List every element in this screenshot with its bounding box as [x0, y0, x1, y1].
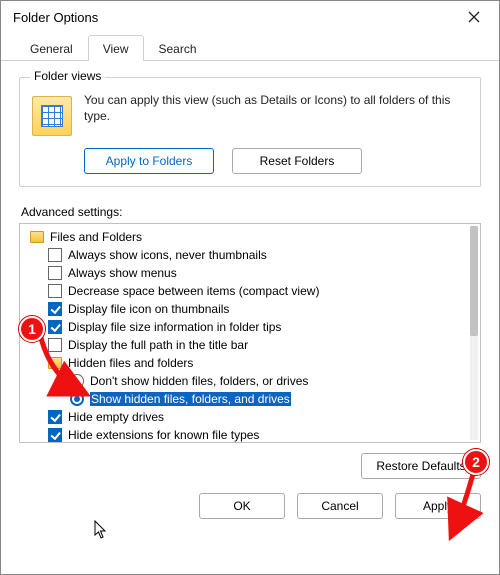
checkbox-icon[interactable] [48, 338, 62, 352]
checkbox-icon[interactable] [48, 284, 62, 298]
opt-size-in-tips[interactable]: Display file size information in folder … [26, 318, 468, 336]
opt-always-icons[interactable]: Always show icons, never thumbnails [26, 246, 468, 264]
close-icon [468, 11, 480, 23]
opt-full-path-titlebar[interactable]: Display the full path in the title bar [26, 336, 468, 354]
advanced-settings-tree[interactable]: Files and Folders Always show icons, nev… [19, 223, 481, 443]
tab-search[interactable]: Search [144, 35, 212, 61]
folder-icon [48, 357, 62, 369]
tab-page-view: Folder views You can apply this view (su… [1, 61, 499, 479]
opt-hide-extensions[interactable]: Hide extensions for known file types [26, 426, 468, 442]
radio-icon[interactable] [70, 392, 84, 406]
checkbox-icon[interactable] [48, 266, 62, 280]
reset-folders-button[interactable]: Reset Folders [232, 148, 362, 174]
apply-button[interactable]: Apply [395, 493, 481, 519]
tab-strip: General View Search [1, 33, 499, 61]
checkbox-icon[interactable] [48, 428, 62, 442]
radio-icon[interactable] [70, 374, 84, 388]
titlebar: Folder Options [1, 1, 499, 33]
window-title: Folder Options [13, 10, 98, 25]
tree-hidden-files-folder[interactable]: Hidden files and folders [26, 354, 468, 372]
cancel-button[interactable]: Cancel [297, 493, 383, 519]
tab-general[interactable]: General [15, 35, 88, 61]
opt-dont-show-hidden[interactable]: Don't show hidden files, folders, or dri… [26, 372, 468, 390]
opt-compact-view[interactable]: Decrease space between items (compact vi… [26, 282, 468, 300]
tab-view[interactable]: View [88, 35, 144, 61]
checkbox-icon[interactable] [48, 320, 62, 334]
ok-button[interactable]: OK [199, 493, 285, 519]
cursor-icon [94, 520, 108, 540]
checkbox-icon[interactable] [48, 410, 62, 424]
annotation-badge-2: 2 [463, 449, 489, 475]
advanced-settings-label: Advanced settings: [21, 205, 481, 219]
folder-views-group: Folder views You can apply this view (su… [19, 77, 481, 187]
opt-hide-empty-drives[interactable]: Hide empty drives [26, 408, 468, 426]
tree-root-files-and-folders[interactable]: Files and Folders [26, 228, 468, 246]
close-button[interactable] [459, 2, 489, 32]
apply-to-folders-button[interactable]: Apply to Folders [84, 148, 214, 174]
advanced-scrollbar[interactable] [470, 226, 478, 440]
folder-icon [30, 231, 44, 243]
folder-views-legend: Folder views [30, 69, 105, 83]
folder-views-icon [32, 96, 72, 136]
annotation-badge-1: 1 [19, 316, 45, 342]
dialog-button-row: OK Cancel Apply [1, 479, 499, 519]
scrollbar-thumb[interactable] [470, 226, 478, 336]
opt-show-hidden[interactable]: Show hidden files, folders, and drives [26, 390, 468, 408]
folder-views-text: You can apply this view (such as Details… [84, 92, 468, 124]
checkbox-icon[interactable] [48, 302, 62, 316]
opt-icon-on-thumbnails[interactable]: Display file icon on thumbnails [26, 300, 468, 318]
checkbox-icon[interactable] [48, 248, 62, 262]
opt-always-menus[interactable]: Always show menus [26, 264, 468, 282]
folder-options-window: Folder Options General View Search Folde… [0, 0, 500, 575]
